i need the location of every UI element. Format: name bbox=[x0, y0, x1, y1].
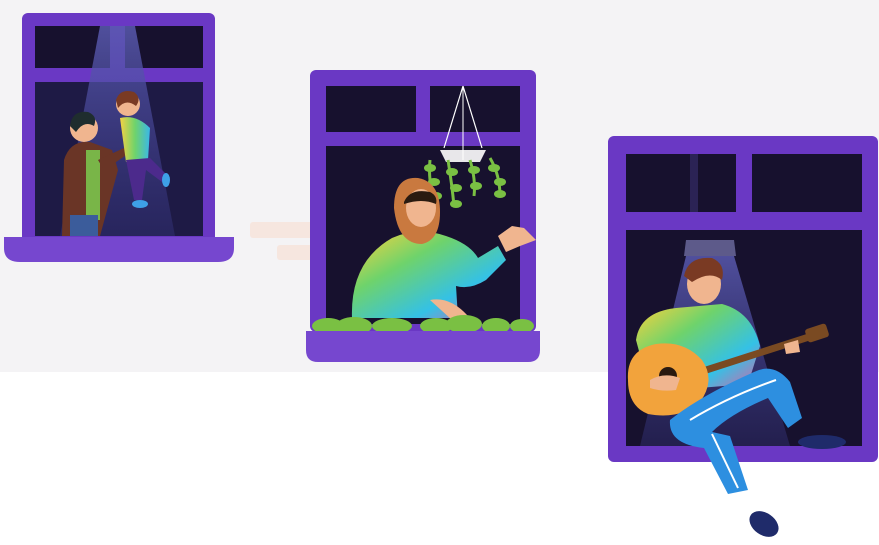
adult-jeans bbox=[70, 215, 98, 236]
window-sill bbox=[306, 331, 540, 362]
window-mullion bbox=[690, 154, 698, 212]
man-slipper bbox=[798, 435, 846, 449]
adult-shirt bbox=[86, 150, 100, 220]
brick bbox=[250, 222, 320, 238]
illustration bbox=[4, 13, 878, 537]
window-sill bbox=[4, 237, 234, 262]
window-pane bbox=[326, 86, 416, 132]
child-shoe bbox=[162, 173, 170, 187]
window-parent-child bbox=[4, 13, 234, 262]
window-pane bbox=[626, 154, 736, 212]
man-slipper bbox=[749, 511, 779, 537]
window-guitarist bbox=[608, 136, 878, 537]
window-pane bbox=[752, 154, 862, 212]
ceiling-lamp bbox=[684, 240, 736, 256]
window-woman-plant bbox=[306, 70, 540, 362]
child-shoe bbox=[132, 200, 148, 208]
